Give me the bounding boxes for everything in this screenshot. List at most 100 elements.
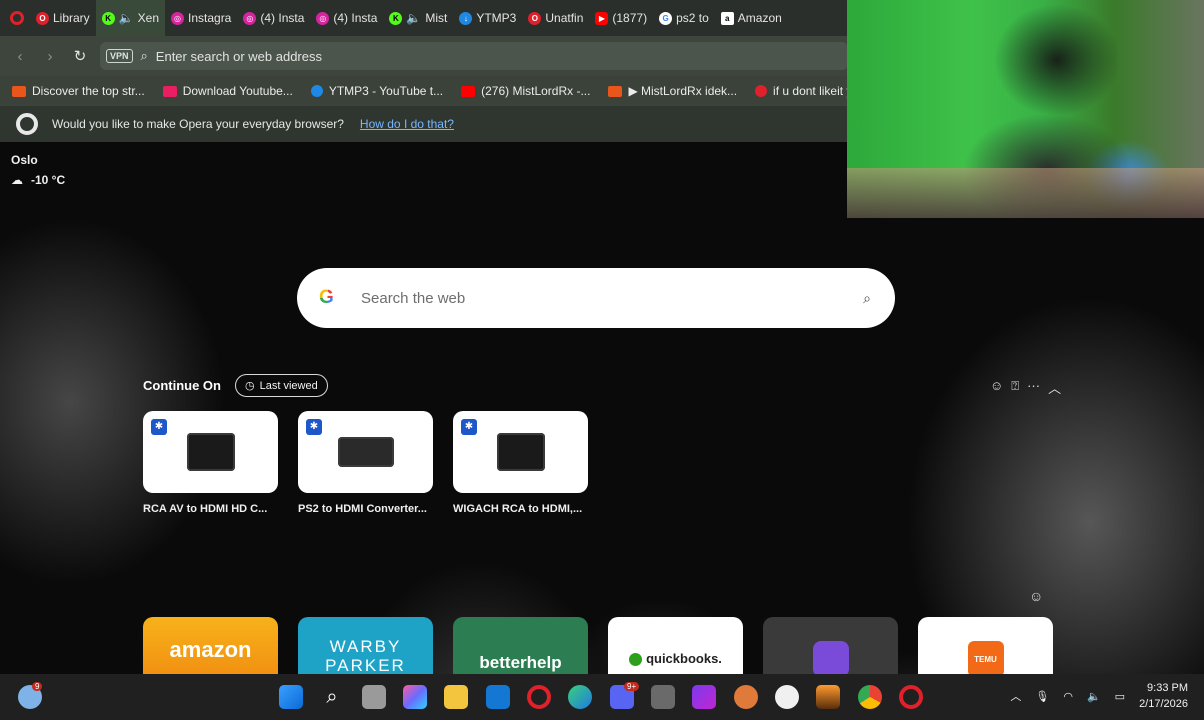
chevron-up-icon[interactable]: ︿ xyxy=(1010,688,1021,704)
tab-label: (1877) xyxy=(612,11,648,25)
address-bar[interactable]: VPN ⌕ Enter search or web address xyxy=(100,42,848,70)
windows-start-icon[interactable] xyxy=(279,685,303,709)
ytmp3-icon xyxy=(310,85,323,97)
speed-dial-amazon[interactable]: amazon xyxy=(143,617,278,674)
speed-dial-betterhelp[interactable]: betterhelp xyxy=(453,617,588,674)
webcam-overlay xyxy=(847,0,1204,218)
opera-menu-icon[interactable] xyxy=(10,11,24,25)
tab-label: Library xyxy=(53,11,90,25)
reload-icon[interactable]: ↻ xyxy=(70,47,90,65)
weather-badge: 9 xyxy=(32,682,43,691)
download-icon xyxy=(162,85,177,97)
bookmark-item[interactable]: Download Youtube... xyxy=(162,84,293,98)
bookmark-favicon-icon xyxy=(12,85,26,97)
search-box[interactable]: G Search the web ⌕ xyxy=(297,268,895,328)
kick-icon: K xyxy=(101,11,115,25)
copilot-icon[interactable] xyxy=(403,685,427,709)
edge-icon[interactable] xyxy=(568,685,592,709)
dial-label: amazon xyxy=(169,637,252,662)
speed-dial-tools: ☺ ⍰ ··· ︿ xyxy=(990,378,1061,397)
battery-icon[interactable]: ▭ xyxy=(1115,690,1125,703)
tab-mist[interactable]: K 🔈 Mist xyxy=(383,0,453,36)
discord-badge: 9+ xyxy=(624,682,640,691)
search-icon[interactable]: ⌕ xyxy=(863,290,871,307)
google-icon: G xyxy=(659,11,673,25)
speed-dial-quickbooks[interactable]: quickbooks. xyxy=(608,617,743,674)
bookmark-item[interactable]: ▶ MistLordRx idek... xyxy=(608,84,737,98)
speaker-icon: 🔈 xyxy=(406,11,422,25)
product-image xyxy=(186,433,235,471)
search-input[interactable]: Search the web xyxy=(361,290,863,307)
speed-dials: amazon WARBY PARKER betterhelp quickbook… xyxy=(143,617,1053,674)
last-viewed-filter[interactable]: ◷ Last viewed xyxy=(235,374,328,397)
tab-instagram-3[interactable]: ◎ (4) Insta xyxy=(310,0,383,36)
more-icon[interactable]: ··· xyxy=(1027,378,1040,397)
tab-xen[interactable]: K 🔈 Xen xyxy=(95,0,165,36)
opera-icon: O xyxy=(528,11,542,25)
chrome-icon[interactable] xyxy=(858,685,882,709)
camera-icon[interactable] xyxy=(651,685,675,709)
tab-label: Amazon xyxy=(737,11,782,25)
forward-icon[interactable]: › xyxy=(40,48,60,65)
tab-unatfin[interactable]: O Unatfin xyxy=(522,0,589,36)
vpn-badge[interactable]: VPN xyxy=(106,49,133,63)
collapse-icon[interactable]: ︿ xyxy=(1048,378,1061,397)
volume-icon[interactable]: 🔈 xyxy=(1087,690,1101,703)
back-icon[interactable]: ‹ xyxy=(10,48,30,65)
bookmark-item[interactable]: (276) MistLordRx -... xyxy=(461,84,590,98)
address-input[interactable]: Enter search or web address xyxy=(156,49,322,64)
tab-label: Xen xyxy=(137,11,159,25)
bookmark-label: Download Youtube... xyxy=(182,84,293,98)
smiley-icon[interactable]: ☺ xyxy=(990,378,1003,397)
wifi-icon[interactable]: ◠ xyxy=(1063,690,1073,703)
weather-widget[interactable]: Oslo ☁ -10 °C xyxy=(11,153,65,187)
tab-amazon[interactable]: a Amazon xyxy=(715,0,788,36)
obs-icon[interactable] xyxy=(775,685,799,709)
opera-gx-icon[interactable] xyxy=(899,685,923,709)
clipchamp-icon[interactable] xyxy=(692,685,716,709)
speed-dial-temu[interactable]: TEMU xyxy=(918,617,1053,674)
tab-instagram-2[interactable]: ◎ (4) Insta xyxy=(237,0,310,36)
fl-studio-icon[interactable] xyxy=(816,685,840,709)
tab-label: YTMP3 xyxy=(476,11,517,25)
microphone-icon[interactable]: 🎙 xyxy=(1035,690,1049,703)
continue-on-card[interactable]: ✱ WIGACH RCA to HDMI,... xyxy=(453,411,588,515)
speed-dial-monkey[interactable] xyxy=(763,617,898,674)
file-explorer-icon[interactable] xyxy=(444,685,468,709)
bookmarks-bar: Discover the top str... Download Youtube… xyxy=(0,76,886,106)
search-icon: ⌕ xyxy=(140,48,148,63)
opera-icon: O xyxy=(36,11,49,25)
opera-taskbar-icon[interactable] xyxy=(527,685,551,709)
customize-smiley-icon[interactable]: ☺ xyxy=(1029,588,1043,604)
continue-on-card[interactable]: ✱ RCA AV to HDMI HD C... xyxy=(143,411,278,515)
tab-instagram[interactable]: ◎ Instagra xyxy=(165,0,237,36)
cloud-icon: ☁ xyxy=(11,173,23,187)
help-icon[interactable]: ⍰ xyxy=(1011,378,1019,397)
weather-temp: -10 °C xyxy=(31,173,66,187)
app-icon[interactable] xyxy=(734,685,758,709)
tab-youtube[interactable]: ▶ (1877) xyxy=(589,0,653,36)
tab-google[interactable]: G ps2 to xyxy=(653,0,715,36)
youtube-icon: ▶ xyxy=(595,11,609,25)
tab-library[interactable]: O Library xyxy=(30,0,96,36)
speed-dial-warby-parker[interactable]: WARBY PARKER xyxy=(298,617,433,674)
search-icon[interactable]: ⌕ xyxy=(320,685,344,709)
clock[interactable]: 9:33 PM 2/17/2026 xyxy=(1139,680,1188,712)
bookmark-item[interactable]: YTMP3 - YouTube t... xyxy=(310,84,444,98)
google-icon: G xyxy=(319,287,337,309)
quickbooks-icon xyxy=(629,653,643,667)
continue-on-card[interactable]: ✱ PS2 to HDMI Converter... xyxy=(298,411,433,515)
bookmark-favicon-icon xyxy=(608,85,623,97)
outlook-icon[interactable] xyxy=(486,685,510,709)
system-tray: ︿ 🎙 ◠ 🔈 ▭ 9:33 PM 2/17/2026 xyxy=(1010,680,1188,712)
continue-on-cards: ✱ RCA AV to HDMI HD C... ✱ PS2 to HDMI C… xyxy=(143,411,588,515)
infobar-help-link[interactable]: How do I do that? xyxy=(360,117,454,131)
task-view-icon[interactable] xyxy=(362,685,386,709)
product-thumbnail: ✱ xyxy=(298,411,433,493)
bookmark-label: YTMP3 - YouTube t... xyxy=(328,84,444,98)
amazon-icon: a xyxy=(720,11,734,25)
tab-ytmp3[interactable]: ↓ YTMP3 xyxy=(453,0,522,36)
card-label: WIGACH RCA to HDMI,... xyxy=(453,503,583,515)
bookmark-item[interactable]: Discover the top str... xyxy=(12,84,145,98)
tab-label: Instagra xyxy=(188,11,232,25)
